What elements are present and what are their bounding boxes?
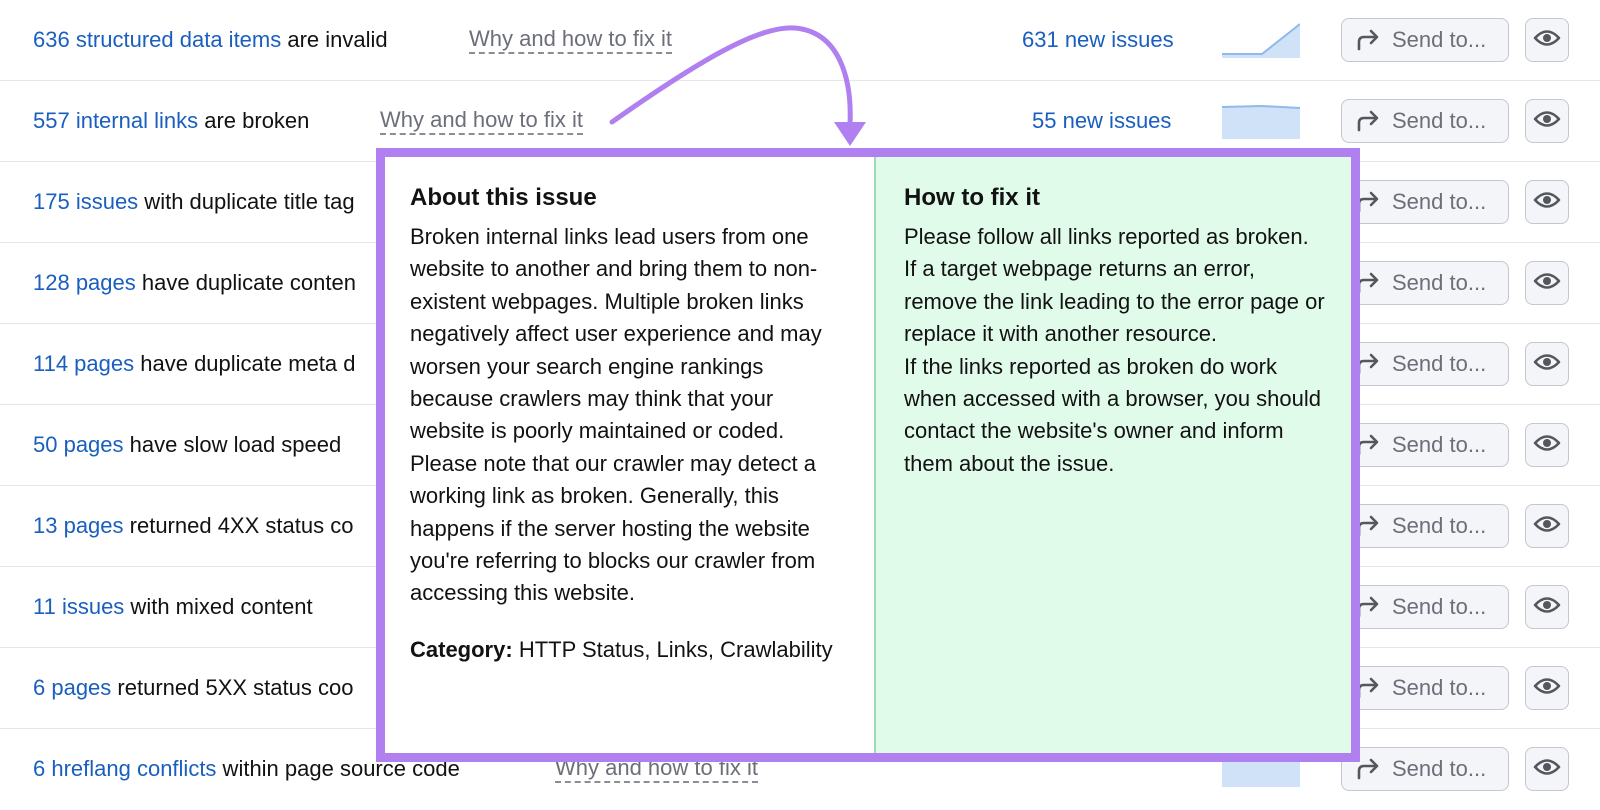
issue-description: 50 pages have slow load speed — [33, 405, 341, 485]
issue-info-popover: About this issue Broken internal links l… — [376, 148, 1360, 762]
issue-count-link[interactable]: 6 pages — [33, 675, 111, 700]
why-and-how-to-fix-link[interactable]: Why and how to fix it — [469, 26, 672, 54]
eye-icon — [1533, 757, 1561, 782]
issue-count-link[interactable]: 13 pages — [33, 513, 124, 538]
hide-issue-button[interactable] — [1525, 180, 1569, 224]
about-issue-panel: About this issue Broken internal links l… — [385, 157, 876, 753]
send-to-button[interactable]: Send to... — [1341, 99, 1509, 143]
send-to-button[interactable]: Send to... — [1341, 18, 1509, 62]
send-to-label: Send to... — [1392, 594, 1487, 619]
issue-count-link[interactable]: 114 pages — [33, 351, 134, 376]
new-issues-link[interactable]: 631 new issues — [1022, 0, 1174, 80]
send-to-button[interactable]: Send to... — [1341, 261, 1509, 305]
issue-count-link[interactable]: 636 structured data items — [33, 27, 281, 52]
issue-text: are invalid — [281, 27, 388, 52]
send-to-label: Send to... — [1392, 432, 1487, 457]
send-to-label: Send to... — [1392, 756, 1487, 781]
hide-issue-button[interactable] — [1525, 747, 1569, 791]
send-to-button[interactable]: Send to... — [1341, 342, 1509, 386]
why-and-how-to-fix-link[interactable]: Why and how to fix it — [380, 107, 583, 135]
issue-description: 6 pages returned 5XX status coo — [33, 648, 353, 728]
how-to-fix-heading: How to fix it — [904, 184, 1040, 211]
issue-description: 175 issues with duplicate title tag — [33, 162, 355, 242]
hide-issue-button[interactable] — [1525, 18, 1569, 62]
eye-icon — [1533, 433, 1561, 458]
issue-text: have slow load speed — [123, 432, 342, 457]
eye-icon — [1533, 109, 1561, 134]
about-issue-heading: About this issue — [410, 184, 597, 211]
how-to-fix-steps: Please follow all links reported as brok… — [904, 224, 1325, 347]
issue-row-structured-data: 636 structured data items are invalid Wh… — [0, 0, 1600, 81]
send-to-button[interactable]: Send to... — [1341, 747, 1509, 791]
send-to-button[interactable]: Send to... — [1341, 180, 1509, 224]
issue-count-link[interactable]: 557 internal links — [33, 108, 198, 133]
hide-issue-button[interactable] — [1525, 585, 1569, 629]
eye-icon — [1533, 352, 1561, 377]
issue-description: 128 pages have duplicate conten — [33, 243, 356, 323]
hide-issue-button[interactable] — [1525, 423, 1569, 467]
eye-icon — [1533, 190, 1561, 215]
issue-text: with duplicate title tag — [138, 189, 355, 214]
hide-issue-button[interactable] — [1525, 99, 1569, 143]
issue-text: have duplicate meta d — [134, 351, 356, 376]
issue-count-link[interactable]: 175 issues — [33, 189, 138, 214]
share-arrow-icon — [1354, 26, 1382, 54]
trend-sparkline — [1222, 104, 1300, 139]
issue-description: 13 pages returned 4XX status co — [33, 486, 353, 566]
category-value: HTTP Status, Links, Crawlability — [518, 636, 833, 662]
send-to-label: Send to... — [1392, 270, 1487, 295]
send-to-button[interactable]: Send to... — [1341, 585, 1509, 629]
trend-sparkline — [1222, 23, 1300, 58]
issue-description: 11 issues with mixed content — [33, 567, 313, 647]
send-to-label: Send to... — [1392, 189, 1487, 214]
issue-category: Category: HTTP Status, Links, Crawlabili… — [410, 634, 849, 666]
hide-issue-button[interactable] — [1525, 342, 1569, 386]
send-to-label: Send to... — [1392, 108, 1487, 133]
issue-text: returned 5XX status coo — [111, 675, 354, 700]
about-issue-note: Please note that our crawler may detect … — [410, 450, 816, 606]
issue-count-link[interactable]: 6 hreflang conflicts — [33, 756, 216, 781]
send-to-label: Send to... — [1392, 513, 1487, 538]
category-label: Category: — [410, 636, 513, 662]
send-to-button[interactable]: Send to... — [1341, 504, 1509, 548]
issue-text: returned 4XX status co — [123, 513, 354, 538]
send-to-button[interactable]: Send to... — [1341, 423, 1509, 467]
issue-text: with mixed content — [124, 594, 313, 619]
issue-text: are broken — [198, 108, 310, 133]
hide-issue-button[interactable] — [1525, 666, 1569, 710]
issue-count-link[interactable]: 50 pages — [33, 432, 124, 457]
issue-description: 636 structured data items are invalid — [33, 0, 388, 80]
eye-icon — [1533, 595, 1561, 620]
how-to-fix-contact-note: If the links reported as broken do work … — [904, 353, 1322, 476]
send-to-label: Send to... — [1392, 27, 1487, 52]
send-to-label: Send to... — [1392, 675, 1487, 700]
eye-icon — [1533, 676, 1561, 701]
eye-icon — [1533, 271, 1561, 296]
hide-issue-button[interactable] — [1525, 504, 1569, 548]
issue-count-link[interactable]: 11 issues — [33, 594, 124, 619]
share-arrow-icon — [1354, 107, 1382, 135]
eye-icon — [1533, 28, 1561, 53]
issue-text: have duplicate conten — [135, 270, 356, 295]
hide-issue-button[interactable] — [1525, 261, 1569, 305]
send-to-button[interactable]: Send to... — [1341, 666, 1509, 710]
how-to-fix-panel: How to fix it Please follow all links re… — [876, 157, 1351, 753]
issue-description: 557 internal links are broken — [33, 81, 309, 161]
send-to-label: Send to... — [1392, 351, 1487, 376]
about-issue-description: Broken internal links lead users from on… — [410, 224, 822, 444]
eye-icon — [1533, 514, 1561, 539]
issue-description: 114 pages have duplicate meta d — [33, 324, 356, 404]
issue-count-link[interactable]: 128 pages — [33, 270, 136, 295]
